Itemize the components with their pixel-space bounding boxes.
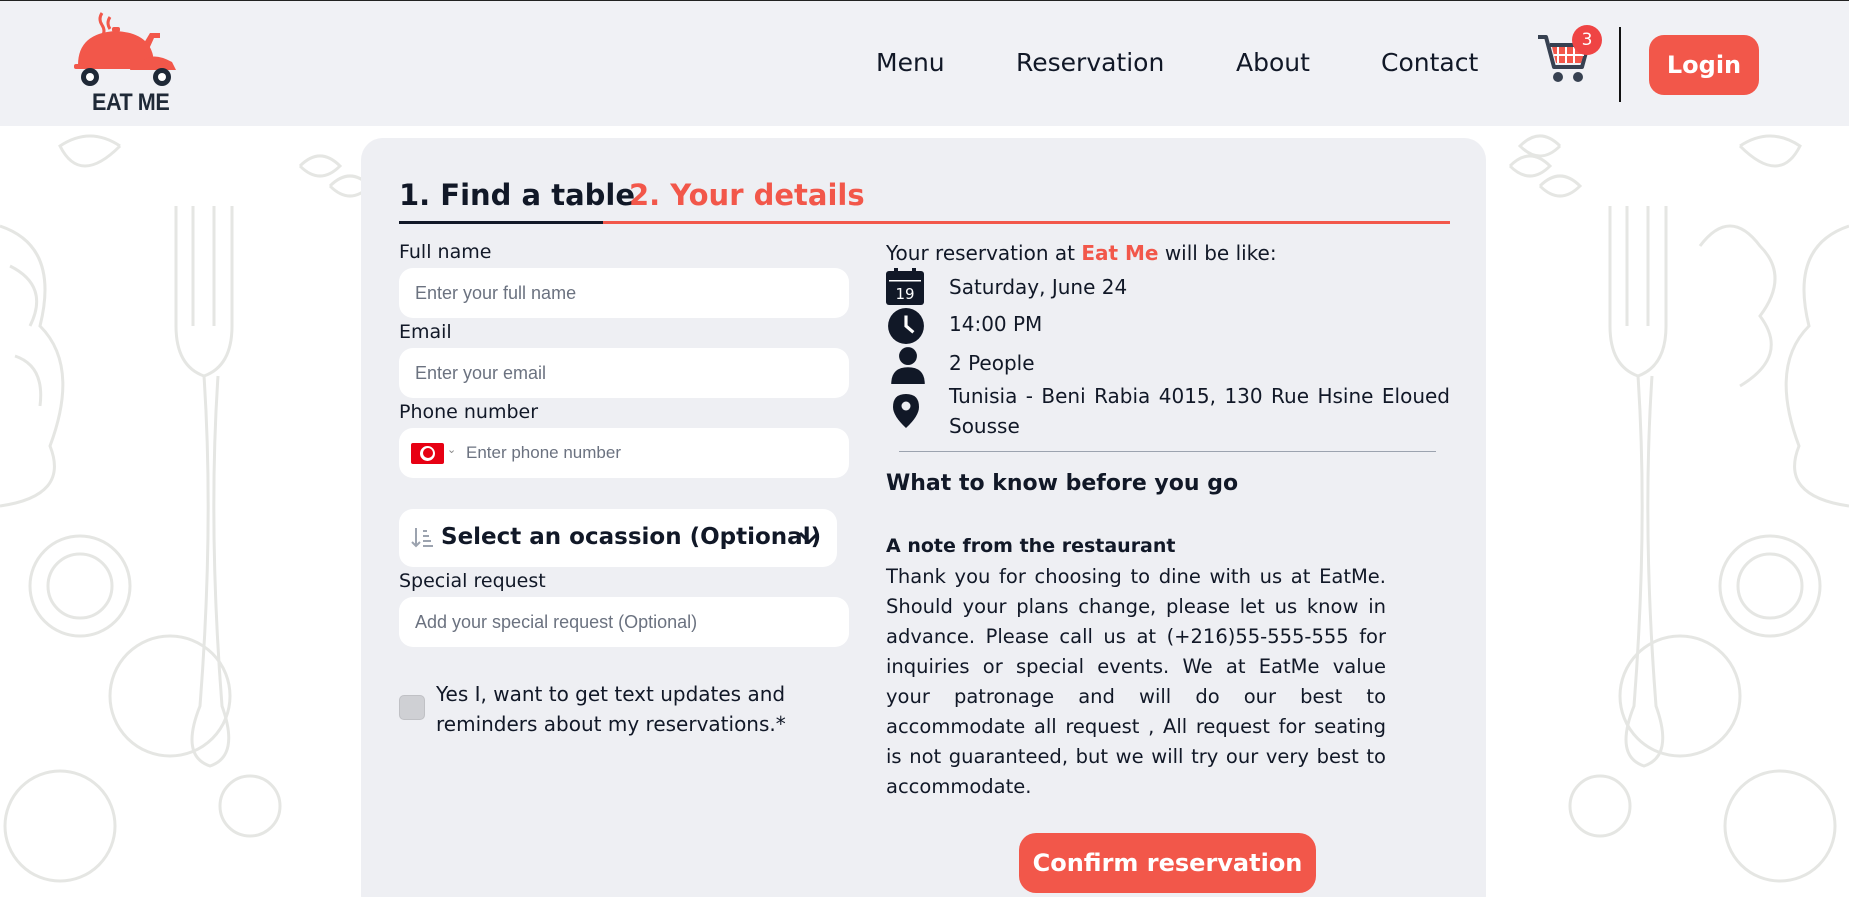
calendar-day: 19 — [895, 285, 914, 303]
site-header: EAT ME Menu Reservation About Contact 3 … — [0, 1, 1849, 126]
header-divider — [1619, 27, 1621, 102]
summary-location: Tunisia - Beni Rabia 4015, 130 Rue Hsine… — [949, 384, 1450, 438]
top-border — [0, 0, 1849, 1]
reservation-summary-title: Your reservation at Eat Me will be like: — [886, 241, 1277, 265]
nav-menu[interactable]: Menu — [876, 48, 945, 77]
confirm-reservation-button[interactable]: Confirm reservation — [1019, 833, 1316, 893]
special-request-input[interactable] — [399, 597, 849, 647]
special-request-label: Special request — [399, 570, 546, 592]
location-pin-icon — [893, 394, 919, 428]
know-before-title: What to know before you go — [886, 471, 1239, 496]
summary-suffix: will be like: — [1158, 241, 1277, 265]
phone-input[interactable] — [399, 428, 849, 478]
reservation-card: 1. Find a table 2. Your details Full nam… — [361, 138, 1486, 897]
phone-label: Phone number — [399, 401, 539, 423]
summary-prefix: Your reservation at — [886, 241, 1082, 265]
text-updates-checkbox[interactable] — [399, 695, 425, 720]
cart-count-badge: 3 — [1572, 25, 1602, 55]
summary-people-row: 2 People — [886, 346, 1406, 384]
full-name-label: Full name — [399, 241, 492, 263]
restaurant-note-title: A note from the restaurant — [886, 535, 1176, 557]
summary-date: Saturday, June 24 — [949, 275, 1128, 299]
clock-icon — [888, 308, 924, 344]
logo-text: EAT ME — [92, 89, 170, 116]
nav-contact[interactable]: Contact — [1381, 48, 1478, 77]
cart-button[interactable]: 3 — [1536, 25, 1602, 87]
email-input[interactable] — [399, 348, 849, 398]
email-label: Email — [399, 321, 452, 343]
chevron-down-icon — [798, 531, 820, 545]
country-chevron-icon[interactable]: ⌄ — [447, 443, 456, 456]
summary-people: 2 People — [949, 351, 1035, 375]
summary-time-row: 14:00 PM — [886, 307, 1406, 344]
login-button[interactable]: Login — [1649, 35, 1759, 95]
summary-date-row: 19 Saturday, June 24 — [886, 268, 1406, 306]
occasion-select[interactable]: Select an ocassion (Optional) — [399, 509, 837, 567]
tab-your-details[interactable]: 2. Your details — [629, 178, 865, 212]
full-name-field-wrap — [399, 268, 849, 318]
reservation-steps: 1. Find a table 2. Your details — [399, 178, 1450, 214]
person-icon — [891, 347, 925, 384]
tunisia-flag-icon[interactable] — [411, 443, 444, 464]
email-field-wrap — [399, 348, 849, 398]
special-request-field-wrap — [399, 597, 849, 647]
summary-time: 14:00 PM — [949, 312, 1043, 336]
phone-field-wrap: ⌄ — [399, 428, 849, 478]
text-updates-label[interactable]: Yes I, want to get text updates and remi… — [436, 679, 816, 739]
calendar-icon: 19 — [886, 268, 924, 305]
sort-icon — [411, 528, 433, 548]
scooter-logo-icon — [74, 12, 176, 86]
occasion-select-label: Select an ocassion (Optional) — [441, 524, 822, 550]
logo[interactable]: EAT ME — [70, 7, 180, 117]
nav-about[interactable]: About — [1236, 48, 1310, 77]
tab-find-table[interactable]: 1. Find a table — [399, 178, 635, 212]
nav-reservation[interactable]: Reservation — [1016, 48, 1164, 77]
tab-underline-your-details — [603, 221, 1450, 224]
summary-brand: Eat Me — [1081, 241, 1159, 265]
tab-underline-find-table — [399, 221, 603, 224]
summary-divider — [899, 451, 1436, 452]
restaurant-note-text: Thank you for choosing to dine with us a… — [886, 565, 1386, 798]
full-name-input[interactable] — [399, 268, 849, 318]
